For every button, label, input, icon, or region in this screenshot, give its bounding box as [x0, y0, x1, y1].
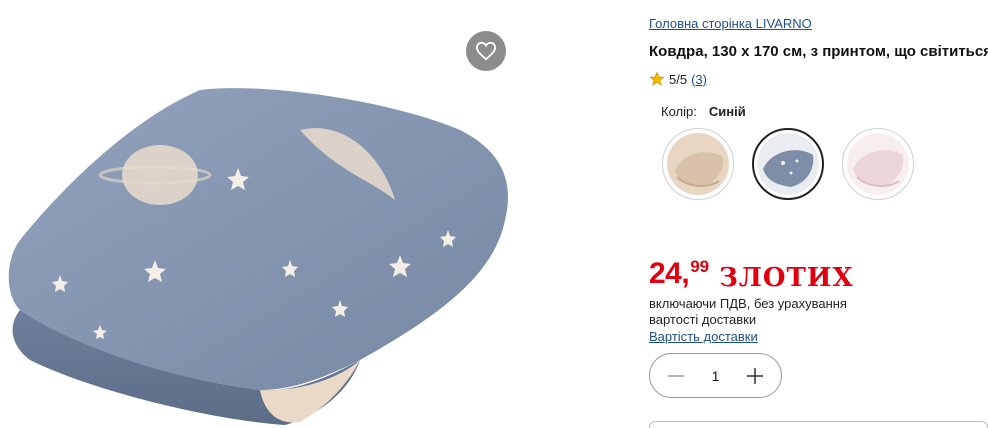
color-label: Колір: — [661, 104, 697, 119]
minus-icon — [668, 374, 684, 377]
decrease-quantity-button[interactable] — [664, 364, 688, 388]
swatch-blue[interactable] — [752, 128, 824, 200]
swatch-blue-image — [757, 133, 819, 195]
price-currency: ЗЛОТИХ — [719, 263, 854, 293]
star-icon — [649, 71, 665, 86]
price: 24, 99 ЗЛОТИХ — [649, 257, 854, 293]
delivery-cost-link[interactable]: Вартість доставки — [649, 329, 758, 344]
breadcrumb-link[interactable]: Головна сторінка LIVARNO — [649, 16, 812, 31]
price-integer: 24, — [649, 257, 690, 290]
rating: 5/5 (3) — [649, 71, 707, 87]
add-to-cart-area[interactable] — [649, 421, 988, 428]
reviews-count-link[interactable]: (3) — [691, 72, 707, 87]
swatch-beige[interactable] — [662, 128, 734, 200]
color-swatches — [662, 128, 914, 200]
price-decimal: 99 — [690, 257, 710, 276]
increase-quantity-button[interactable] — [743, 364, 767, 388]
product-gallery — [0, 0, 530, 428]
product-image[interactable] — [0, 60, 530, 428]
product-info: Головна сторінка LIVARNO Ковдра, 130 x 1… — [649, 0, 988, 428]
swatch-pink-image — [847, 133, 909, 195]
wishlist-button[interactable] — [466, 31, 506, 71]
vat-note: включаючи ПДВ, без урахування вартості д… — [649, 296, 847, 327]
quantity-stepper — [649, 353, 782, 398]
color-selector-label: Колір: Синій — [661, 104, 746, 119]
plus-icon — [747, 367, 763, 384]
swatch-beige-image — [667, 133, 729, 195]
heart-icon — [475, 41, 497, 61]
swatch-pink[interactable] — [842, 128, 914, 200]
quantity-input[interactable] — [700, 367, 731, 384]
color-value: Синій — [708, 104, 746, 119]
rating-score: 5/5 — [669, 71, 688, 87]
product-title: Ковдра, 130 x 170 см, з принтом, що світ… — [649, 43, 988, 60]
